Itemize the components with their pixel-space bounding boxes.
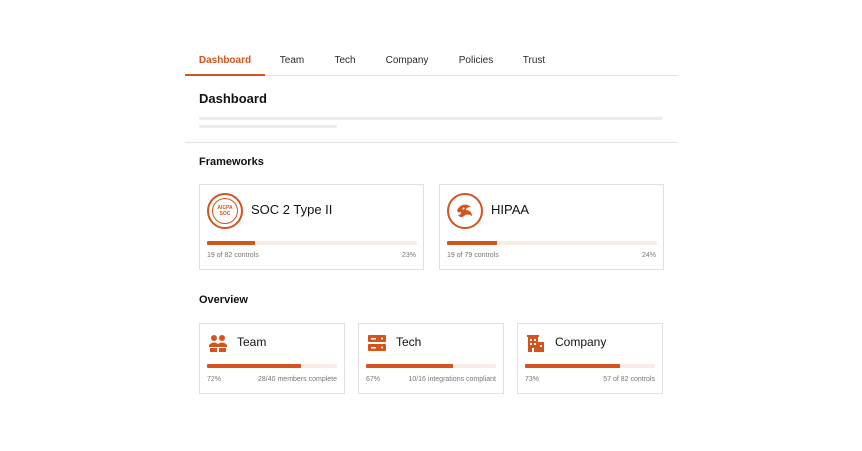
eagle-icon — [457, 204, 472, 218]
tab-dashboard[interactable]: Dashboard — [185, 46, 265, 76]
progress-fill — [366, 364, 454, 368]
nav-tabs: Dashboard Team Tech Company Policies Tru… — [185, 46, 678, 76]
progress-track — [207, 364, 337, 368]
progress-percent: 67% — [366, 376, 381, 383]
progress-percent: 73% — [525, 376, 540, 383]
overview-name: Team — [237, 335, 267, 349]
progress-percent: 72% — [207, 376, 222, 383]
progress-percent: 23% — [401, 252, 416, 259]
building-icon — [527, 335, 544, 352]
controls-count: 19 of 79 controls — [447, 252, 499, 259]
progress-track — [207, 241, 417, 245]
progress-fill — [447, 241, 498, 245]
frameworks-heading: Frameworks — [199, 156, 264, 168]
progress-detail: 57 of 82 controls — [603, 376, 655, 383]
progress-detail: 28/40 members complete — [258, 376, 337, 383]
tab-company[interactable]: Company — [379, 46, 435, 74]
logo-text-soc: SOC — [219, 211, 231, 217]
progress-fill — [525, 364, 620, 368]
progress-fill — [207, 364, 301, 368]
page-title: Dashboard — [199, 91, 267, 106]
progress-track — [525, 364, 655, 368]
progress-fill — [207, 241, 256, 245]
aicpa-soc-logo-icon: AICPA SOC — [207, 193, 243, 229]
section-divider — [185, 142, 678, 143]
skeleton-line-short — [199, 125, 337, 128]
framework-card-soc2[interactable]: AICPA SOC SOC 2 Type II 19 of 82 control… — [199, 184, 424, 270]
controls-count: 19 of 82 controls — [207, 252, 259, 259]
progress-track — [447, 241, 657, 245]
overview-card-team[interactable]: Team 72% 28/40 members complete — [199, 323, 345, 394]
progress-track — [366, 364, 496, 368]
framework-name: HIPAA — [491, 202, 530, 217]
skeleton-line — [199, 117, 663, 120]
tab-team[interactable]: Team — [271, 46, 313, 74]
tab-tech[interactable]: Tech — [324, 46, 366, 74]
overview-heading: Overview — [199, 294, 248, 306]
hhs-eagle-logo-icon — [447, 193, 483, 229]
overview-card-tech[interactable]: Tech 67% 10/16 integrations compliant — [358, 323, 504, 394]
tab-trust[interactable]: Trust — [516, 46, 552, 74]
progress-percent: 24% — [641, 252, 656, 259]
framework-name: SOC 2 Type II — [251, 202, 333, 217]
tab-policies[interactable]: Policies — [452, 46, 500, 74]
people-icon — [209, 335, 227, 352]
server-icon — [368, 335, 386, 351]
overview-name: Company — [555, 335, 607, 349]
overview-name: Tech — [396, 335, 422, 349]
framework-card-hipaa[interactable]: HIPAA 19 of 79 controls 24% — [439, 184, 664, 270]
overview-card-company[interactable]: Company 73% 57 of 82 controls — [517, 323, 663, 394]
progress-detail: 10/16 integrations compliant — [408, 376, 496, 383]
